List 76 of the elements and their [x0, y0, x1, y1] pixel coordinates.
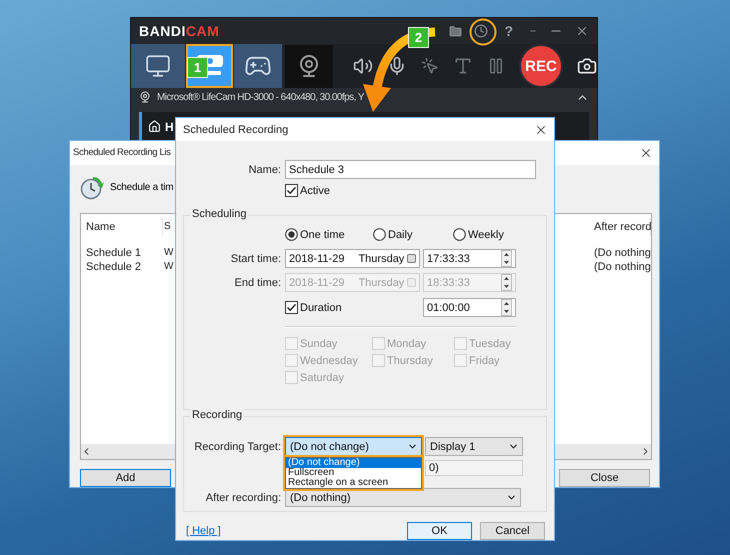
home-label[interactable]: H	[165, 120, 174, 134]
checkbox[interactable]	[285, 184, 298, 197]
cancel-button[interactable]: Cancel	[480, 522, 545, 540]
dialog-title: Scheduled Recording	[183, 124, 288, 136]
checkbox-label: Friday	[469, 354, 500, 366]
time-field[interactable]: 17:33:33	[423, 249, 516, 268]
close-button[interactable]: Close	[559, 469, 650, 487]
table-cell-text: Schedule 2	[85, 260, 142, 273]
after-recording-label: After recording:	[204, 492, 281, 504]
checkbox-label: Monday	[387, 338, 426, 350]
help-button[interactable]: ?	[500, 23, 517, 40]
step-badge: 1	[187, 57, 208, 78]
device-info: Microsoft® LifeCam HD-3000 - 640x480, 30.00fps, Y	[157, 92, 364, 103]
camera-icon[interactable]	[577, 56, 597, 76]
home-icon[interactable]	[148, 120, 161, 133]
monitor-icon	[145, 53, 172, 80]
folder-icon[interactable]	[449, 24, 462, 38]
table-cell-text: (Do nothing	[593, 260, 651, 273]
highlight-ring	[469, 18, 497, 46]
table-cell-text: (Do nothing	[593, 246, 651, 259]
group-title: Recording	[190, 409, 244, 421]
table-cell-text: W	[163, 247, 174, 258]
calendar-toggle-icon	[407, 278, 416, 287]
table-cell-text: Schedule 1	[85, 246, 142, 259]
mode-tab[interactable]	[131, 44, 186, 88]
time-label: Start time:	[230, 252, 281, 264]
bandicam-logo: BANDICAM	[139, 23, 220, 40]
step-badge: 2	[408, 27, 429, 48]
radio-label: Daily	[388, 228, 412, 240]
webcam-icon	[139, 91, 151, 104]
checkbox[interactable]	[285, 301, 298, 314]
checkbox-label: Active	[300, 184, 330, 196]
radio-label: Weekly	[468, 228, 504, 240]
time-label: End time:	[234, 276, 281, 288]
spinner-control[interactable]	[501, 299, 512, 316]
checkbox-label: Tuesday	[469, 338, 511, 350]
area-field[interactable]: 0)	[425, 460, 523, 476]
window-title: Scheduled Recording Lis	[73, 147, 171, 158]
radio-button[interactable]	[453, 228, 466, 241]
clock-add-icon	[80, 176, 104, 200]
help-link[interactable]: [ Help ]	[186, 525, 221, 537]
ok-button[interactable]: OK	[407, 522, 472, 540]
column-header[interactable]: After record	[589, 218, 651, 236]
webcam-overlay-button[interactable]	[285, 44, 333, 88]
spinner-control[interactable]	[501, 250, 512, 267]
spinner-control[interactable]	[501, 274, 512, 291]
duration-field[interactable]: 01:00:00	[423, 298, 516, 317]
display-dropdown[interactable]: Display 1	[425, 437, 523, 456]
target-label: Recording Target:	[193, 440, 281, 452]
add-button[interactable]: Add	[80, 469, 171, 487]
webcam-icon	[297, 54, 321, 78]
clock-icon[interactable]	[474, 24, 488, 38]
dropdown-option[interactable]: (Do not change)	[286, 458, 421, 468]
calendar-toggle-icon	[407, 254, 416, 263]
radio-label: One time	[300, 228, 345, 240]
radio-button[interactable]	[373, 228, 386, 241]
name-field[interactable]: Schedule 3	[285, 160, 536, 179]
pause-icon[interactable]	[487, 57, 505, 76]
name-label: Name:	[248, 164, 281, 176]
speaker-icon[interactable]	[353, 56, 373, 76]
column-header[interactable]: Name	[81, 218, 163, 236]
checkbox-label: Wednesday	[300, 354, 358, 366]
date-field[interactable]: 2018-11-29 Thursday	[285, 249, 420, 268]
checkbox-label: Duration	[300, 302, 342, 314]
rec-button[interactable]: REC	[519, 44, 563, 88]
recording-target-dropdown[interactable]: (Do not change)	[285, 437, 422, 456]
checkbox-label: Thursday	[387, 354, 433, 366]
cursor-icon[interactable]	[421, 57, 439, 76]
checkbox-label: Saturday	[300, 372, 344, 384]
group-title: Scheduling	[190, 208, 248, 220]
table-cell-text: W	[163, 261, 174, 272]
radio-button[interactable]	[285, 228, 298, 241]
schedule-prompt: Schedule a tim	[110, 182, 174, 194]
checkbox-label: Sunday	[300, 338, 338, 350]
after-recording-dropdown[interactable]: (Do nothing)	[285, 488, 521, 507]
text-icon[interactable]	[453, 56, 473, 76]
